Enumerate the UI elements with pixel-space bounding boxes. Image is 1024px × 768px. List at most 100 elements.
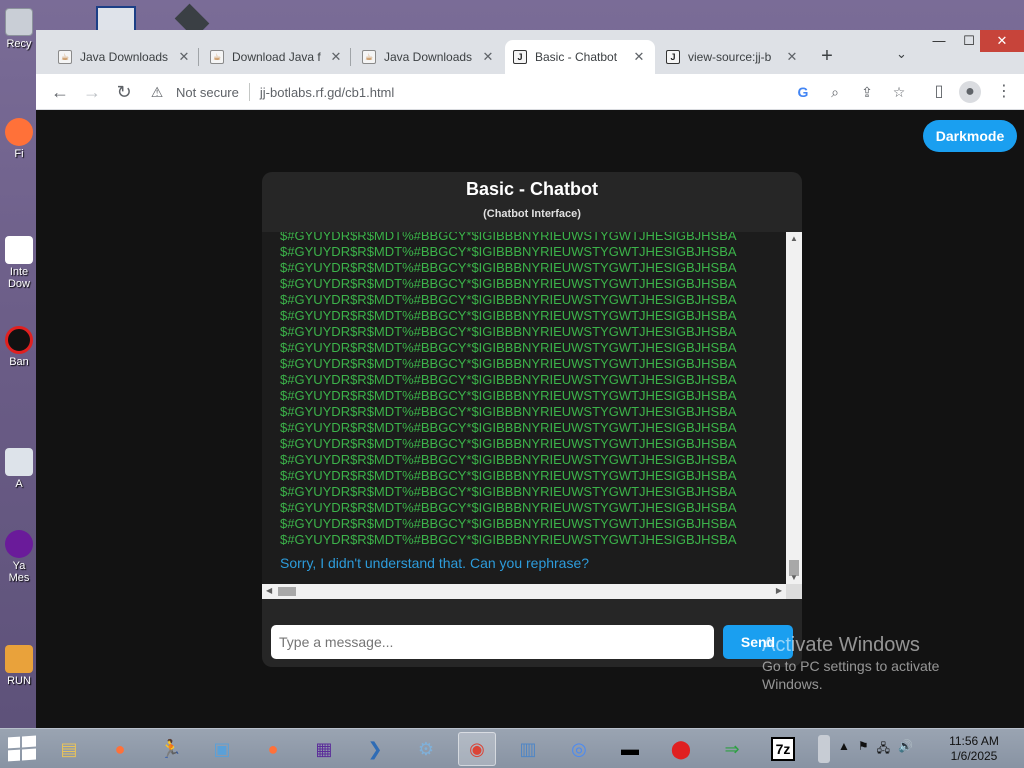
user-message-line: $#GYUYDR$R$MDT%#BBGCY*$IGIBBBNYRIEUWSTYG… [280, 484, 737, 499]
user-message-line: $#GYUYDR$R$MDT%#BBGCY*$IGIBBBNYRIEUWSTYG… [280, 232, 737, 243]
tab-java-downloads-1[interactable]: ☕ Java Downloads ✕ [50, 40, 200, 74]
message-area[interactable]: $#GYUYDR$R$MDT%#BBGCY*$IGIBBBNYRIEUWSTYG… [262, 232, 802, 599]
user-message-line: $#GYUYDR$R$MDT%#BBGCY*$IGIBBBNYRIEUWSTYG… [280, 308, 737, 323]
command-prompt-icon[interactable]: ▬ [611, 732, 649, 766]
close-window-icon[interactable]: ✕ [980, 30, 1024, 52]
firefox-alt-icon[interactable]: ● [254, 732, 292, 766]
control-panel-icon[interactable]: ▥ [509, 732, 547, 766]
taskbar-scroll-handle[interactable] [818, 735, 830, 763]
tab-download-java[interactable]: ☕ Download Java f ✕ [202, 40, 352, 74]
browser-window: ☕ Java Downloads ✕ ☕ Download Java f ✕ ☕… [36, 30, 1024, 728]
run-icon[interactable]: RUN [2, 645, 36, 687]
desktop-icon-label: Ya Mes [8, 560, 30, 584]
clock[interactable]: 11:56 AM 1/6/2025 [938, 734, 1010, 764]
user-message-line: $#GYUYDR$R$MDT%#BBGCY*$IGIBBBNYRIEUWSTYG… [280, 244, 737, 259]
forward-icon[interactable]: → [80, 80, 104, 104]
desktop-icon-label: RUN [7, 675, 31, 687]
activate-windows-watermark: Activate Windows Go to PC settings to ac… [762, 634, 1002, 693]
google-icon[interactable]: G [794, 84, 812, 100]
close-tab-icon[interactable]: ✕ [784, 49, 800, 65]
firefox-shortcut-icon[interactable]: Fi [2, 118, 36, 160]
tools-icon[interactable]: ⚙ [407, 732, 445, 766]
taskbar: ▤ ● 🏃 ▣ ● ▦ ❯ ⚙ ◉ ▥ ◎ ▬ ⬤ ⇒ 7z ▲ ⚑ 🖧 🔊 11:56 AM 1/6/2025 [0, 728, 1024, 768]
java-icon: ☕ [58, 50, 72, 64]
system-tray: ▲ ⚑ 🖧 🔊 [838, 739, 913, 760]
user-message-line: $#GYUYDR$R$MDT%#BBGCY*$IGIBBBNYRIEUWSTYG… [280, 516, 737, 531]
not-secure-label[interactable]: Not secure [176, 85, 239, 100]
chat-title: Basic - Chatbot [465, 179, 598, 199]
zoom-icon[interactable]: ⌕ [826, 84, 844, 101]
record-icon[interactable]: ⬤ [662, 732, 700, 766]
chip-app-icon[interactable]: ▦ [305, 732, 343, 766]
windows-start-icon[interactable] [8, 735, 38, 763]
scroll-left-icon[interactable]: ◀ [266, 586, 272, 595]
user-message-line: $#GYUYDR$R$MDT%#BBGCY*$IGIBBBNYRIEUWSTYG… [280, 420, 737, 435]
bandicam-icon[interactable]: Ban [2, 326, 36, 368]
internet-download-icon[interactable]: Inte Dow [2, 236, 36, 290]
7zip-icon[interactable]: 7z [764, 732, 802, 766]
desktop-icon-label: A [15, 478, 23, 490]
desktop-icon-label: Fi [14, 148, 24, 160]
tab-search-icon[interactable]: ⌄ [896, 46, 907, 62]
recycle-bin-icon[interactable]: Recy [2, 8, 36, 50]
user-message-line: $#GYUYDR$R$MDT%#BBGCY*$IGIBBBNYRIEUWSTYG… [280, 452, 737, 467]
chatbot-panel: Basic - Chatbot (Chatbot Interface) $#GY… [262, 172, 802, 667]
user-message-line: $#GYUYDR$R$MDT%#BBGCY*$IGIBBBNYRIEUWSTYG… [280, 292, 737, 307]
minimize-icon[interactable]: — [924, 30, 954, 52]
warning-icon[interactable]: ⚠ [148, 83, 166, 101]
close-tab-icon[interactable]: ✕ [328, 49, 344, 65]
close-tab-icon[interactable]: ✕ [480, 49, 496, 65]
file-explorer-icon[interactable]: ▤ [50, 732, 88, 766]
desktop-icon-label: Ban [9, 356, 29, 368]
firefox-icon[interactable]: ● [101, 732, 139, 766]
chat-subtitle: (Chatbot Interface) [483, 208, 581, 220]
side-panel-icon[interactable]: ▯ [927, 80, 951, 104]
volume-icon[interactable]: 🔊 [898, 739, 913, 760]
tab-strip: ☕ Java Downloads ✕ ☕ Download Java f ✕ ☕… [36, 30, 1024, 74]
tab-label: view-source:jj-b [688, 50, 772, 64]
new-tab-button[interactable]: + [816, 46, 838, 66]
powershell-icon[interactable]: ❯ [356, 732, 394, 766]
message-input[interactable] [271, 625, 714, 659]
close-tab-icon[interactable]: ✕ [631, 49, 647, 65]
vertical-scrollbar[interactable]: ▲ ▼ [786, 232, 802, 584]
share-icon[interactable]: ⇪ [858, 84, 876, 101]
scroll-thumb[interactable] [278, 587, 296, 596]
address-bar[interactable]: ⚠ Not secure jj-botlabs.rf.gd/cb1.html G… [148, 78, 908, 106]
network-icon[interactable]: 🖧 [877, 739, 890, 760]
url-text[interactable]: jj-botlabs.rf.gd/cb1.html [260, 85, 394, 100]
chromium-icon[interactable]: ◎ [560, 732, 598, 766]
chrome-icon[interactable]: ◉ [458, 732, 496, 766]
action-center-flag-icon[interactable]: ⚑ [858, 739, 869, 760]
show-hidden-icons-icon[interactable]: ▲ [838, 739, 850, 760]
desktop-icon-label: Inte Dow [7, 266, 30, 290]
watermark-subtitle: Go to PC settings to activate Windows. [762, 658, 940, 692]
java-icon: ☕ [362, 50, 376, 64]
profile-avatar-icon[interactable]: ● [959, 81, 981, 103]
close-tab-icon[interactable]: ✕ [176, 49, 192, 65]
shortcut-icon[interactable]: A [2, 448, 36, 490]
tab-java-downloads-2[interactable]: ☕ Java Downloads ✕ [354, 40, 504, 74]
tab-basic-chatbot[interactable]: J Basic - Chatbot ✕ [505, 40, 655, 74]
user-message-line: $#GYUYDR$R$MDT%#BBGCY*$IGIBBBNYRIEUWSTYG… [280, 388, 737, 403]
tab-label: Java Downloads [384, 50, 473, 64]
back-icon[interactable]: ← [48, 80, 72, 104]
scroll-up-icon[interactable]: ▲ [786, 234, 802, 243]
runner-icon[interactable]: 🏃 [152, 732, 190, 766]
terminal-arrow-icon[interactable]: ⇒ [713, 732, 751, 766]
message-list: $#GYUYDR$R$MDT%#BBGCY*$IGIBBBNYRIEUWSTYG… [280, 232, 786, 548]
desktop-icon-label: Recy [6, 38, 32, 50]
menu-kebab-icon[interactable]: ⋮ [992, 80, 1016, 104]
tab-view-source[interactable]: J view-source:jj-b ✕ [658, 40, 808, 74]
user-message-line: $#GYUYDR$R$MDT%#BBGCY*$IGIBBBNYRIEUWSTYG… [280, 436, 737, 451]
image-viewer-icon[interactable]: ▣ [203, 732, 241, 766]
bookmark-star-icon[interactable]: ☆ [890, 84, 908, 101]
user-message-line: $#GYUYDR$R$MDT%#BBGCY*$IGIBBBNYRIEUWSTYG… [280, 372, 737, 387]
yahoo-messenger-icon[interactable]: Ya Mes [2, 530, 36, 584]
scroll-right-icon[interactable]: ▶ [776, 586, 782, 595]
horizontal-scrollbar[interactable]: ◀ ▶ [262, 584, 786, 599]
scroll-down-icon[interactable]: ▼ [786, 573, 802, 582]
tab-label: Java Downloads [80, 50, 169, 64]
darkmode-button[interactable]: Darkmode [923, 120, 1017, 152]
reload-icon[interactable]: ↻ [112, 80, 136, 104]
